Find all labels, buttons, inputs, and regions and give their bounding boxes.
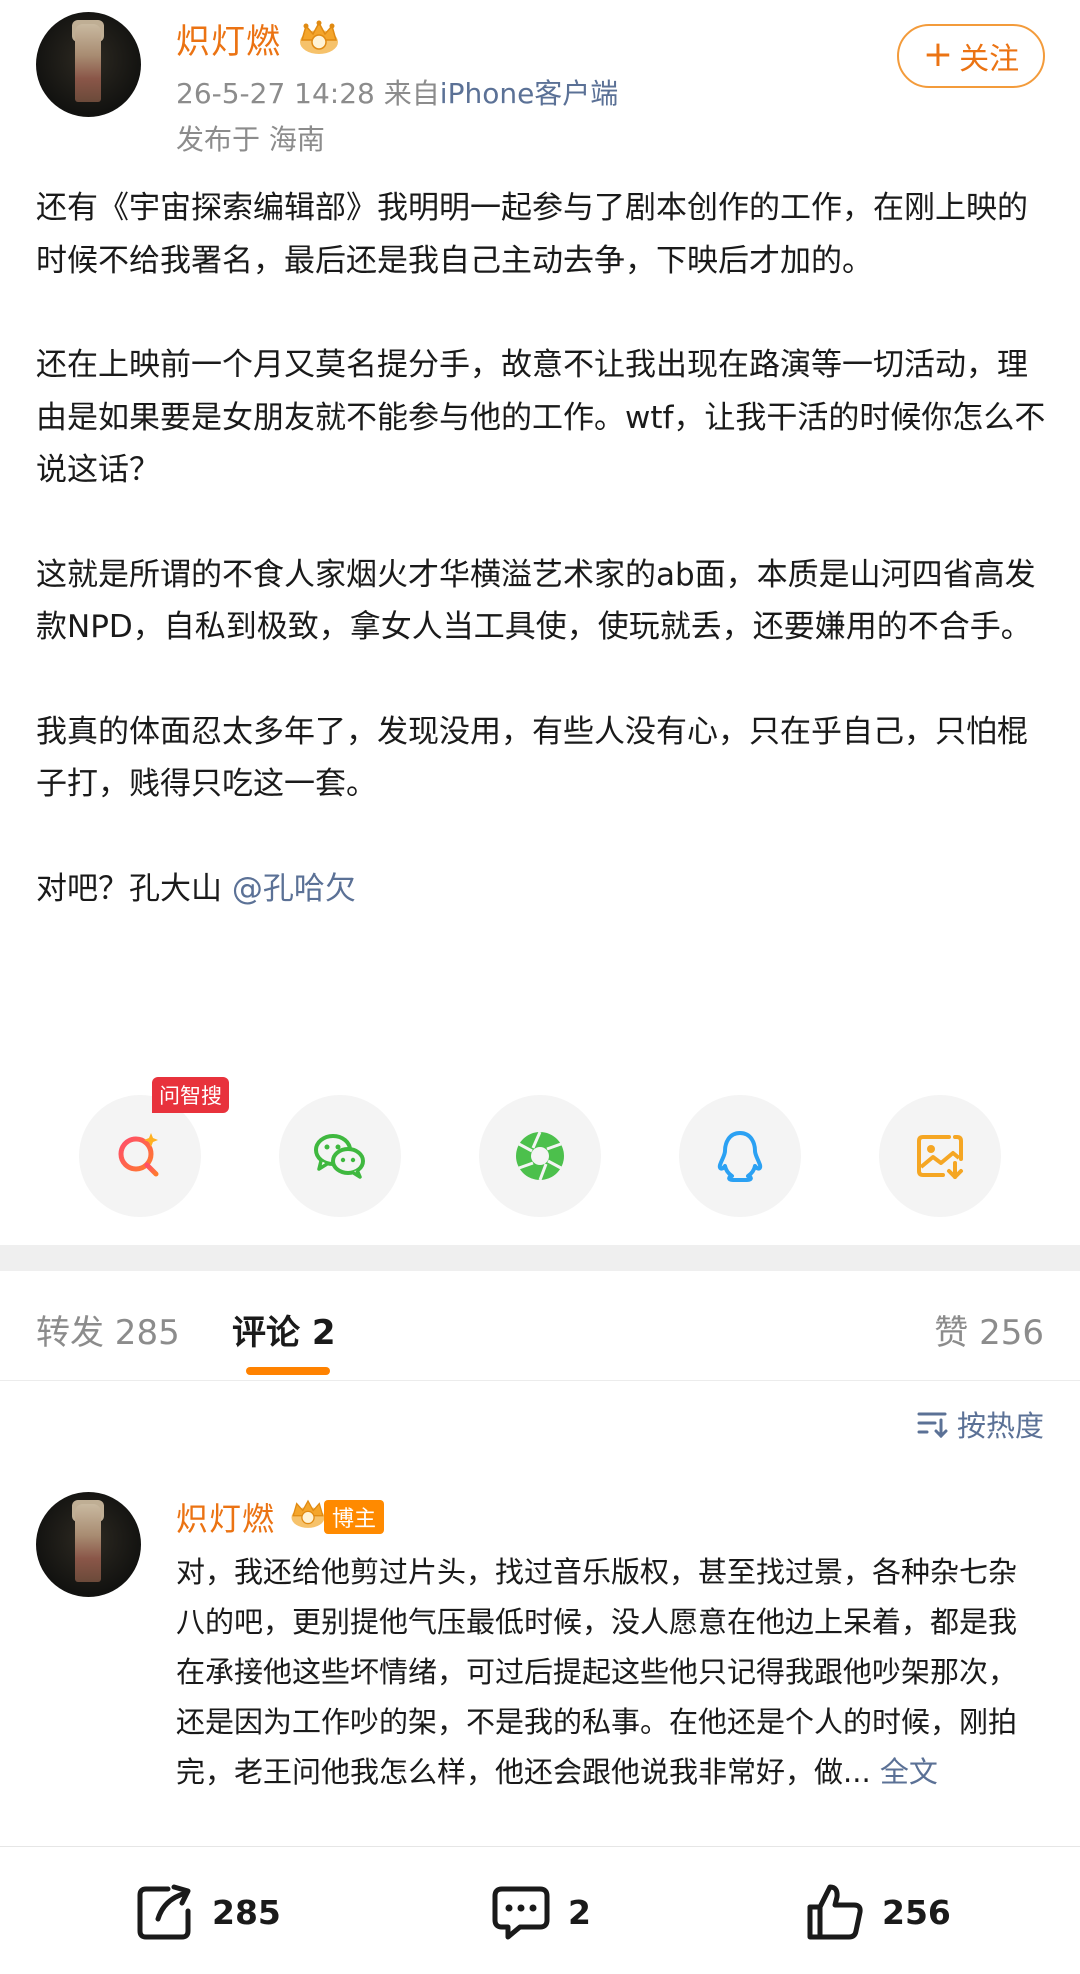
repost-icon [137, 1884, 191, 1940]
mention-link[interactable]: @孔哈欠 [232, 871, 356, 907]
post-meta: 26-5-27 14:28 来自iPhone客户端 [176, 72, 618, 112]
post-paragraph: 还在上映前一个月又莫名提分手，故意不让我出现在路演等一切活动，理由是如果要是女朋… [36, 347, 1046, 488]
sort-icon [917, 1412, 948, 1438]
full-text-link[interactable]: 全文 [880, 1755, 938, 1789]
qq-icon [717, 1131, 763, 1182]
post-location: 发布于 海南 [176, 123, 325, 156]
tab-likes[interactable]: 赞 256 [934, 1305, 1044, 1354]
blogger-badge: 博主 [324, 1500, 385, 1534]
search-ai-icon [118, 1133, 159, 1177]
post-username[interactable]: 炽灯燃 [176, 14, 281, 63]
engagement-tabs: 转发 285 评论 2 赞 256 [0, 1271, 1080, 1381]
post-header: 炽灯燃 26-5-27 14:28 来自iPhone客户端 发布于 海南 + 关… [0, 0, 1080, 170]
active-tab-indicator [246, 1367, 330, 1375]
like-button[interactable]: 256 [804, 1881, 951, 1943]
post-paragraph: 这就是所谓的不食人家烟火才华横溢艺术家的ab面，本质是山河四省高发款NPD，自私… [36, 556, 1036, 646]
crown-icon [291, 1499, 325, 1528]
wechat-icon [314, 1134, 365, 1179]
share-row: 问智搜 [0, 1077, 1080, 1219]
post-paragraph: 还有《宇宙探索编辑部》我明明一起参与了剧本创作的工作，在刚上映的时候不给我署名，… [36, 190, 1028, 279]
comment-body: 对，我还给他剪过片头，找过音乐版权，甚至找过景，各种杂七杂八的吧，更别提他气压最… [176, 1555, 1018, 1789]
ai-search-badge: 问智搜 [152, 1077, 229, 1113]
section-divider [0, 1245, 1080, 1271]
avatar[interactable] [36, 12, 141, 117]
like-count: 256 [882, 1892, 951, 1932]
save-image-icon [917, 1135, 963, 1179]
post-timestamp: 26-5-27 14:28 [176, 77, 375, 110]
follow-button[interactable]: + 关注 [897, 24, 1045, 88]
repost-count: 285 [212, 1892, 281, 1932]
source-client[interactable]: iPhone客户端 [440, 77, 619, 110]
follow-label: 关注 [959, 42, 1020, 77]
comment-username[interactable]: 炽灯燃 [176, 1494, 275, 1540]
post-body: 还有《宇宙探索编辑部》我明明一起参与了剧本创作的工作，在刚上映的时候不给我署名，… [36, 182, 1046, 915]
post-paragraph: 我真的体面忍太多年了，发现没用，有些人没有心，只在乎自己，只怕棍子打，贱得只吃这… [36, 713, 1028, 803]
sort-label: 按热度 [956, 1409, 1044, 1443]
moments-icon [516, 1131, 564, 1181]
sort-button[interactable]: 按热度 [917, 1403, 1044, 1445]
comment-count: 2 [568, 1892, 591, 1932]
bottom-action-bar: 285 2 256 [0, 1846, 1080, 1974]
wechat-share-button[interactable] [279, 1095, 401, 1217]
comment-text: 对，我还给他剪过片头，找过音乐版权，甚至找过景，各种杂七杂八的吧，更别提他气压最… [176, 1547, 1036, 1797]
crown-icon [300, 20, 338, 54]
comment-avatar[interactable] [36, 1492, 141, 1597]
plus-icon: + [922, 34, 954, 75]
repost-button[interactable]: 285 [134, 1881, 281, 1943]
qq-share-button[interactable] [679, 1095, 801, 1217]
tab-reposts[interactable]: 转发 285 [36, 1305, 180, 1354]
thumbs-up-icon [807, 1884, 863, 1940]
source-prefix: 来自 [383, 77, 440, 110]
ai-search-button[interactable] [79, 1095, 201, 1217]
tab-comments[interactable]: 评论 2 [232, 1305, 336, 1354]
comment-icon [492, 1886, 550, 1940]
comment-button[interactable]: 2 [490, 1881, 591, 1943]
moments-share-button[interactable] [479, 1095, 601, 1217]
post-paragraph-last: 对吧？孔大山 @孔哈欠 [36, 863, 1046, 916]
save-image-button[interactable] [879, 1095, 1001, 1217]
post-last-line: 对吧？孔大山 [36, 870, 222, 907]
